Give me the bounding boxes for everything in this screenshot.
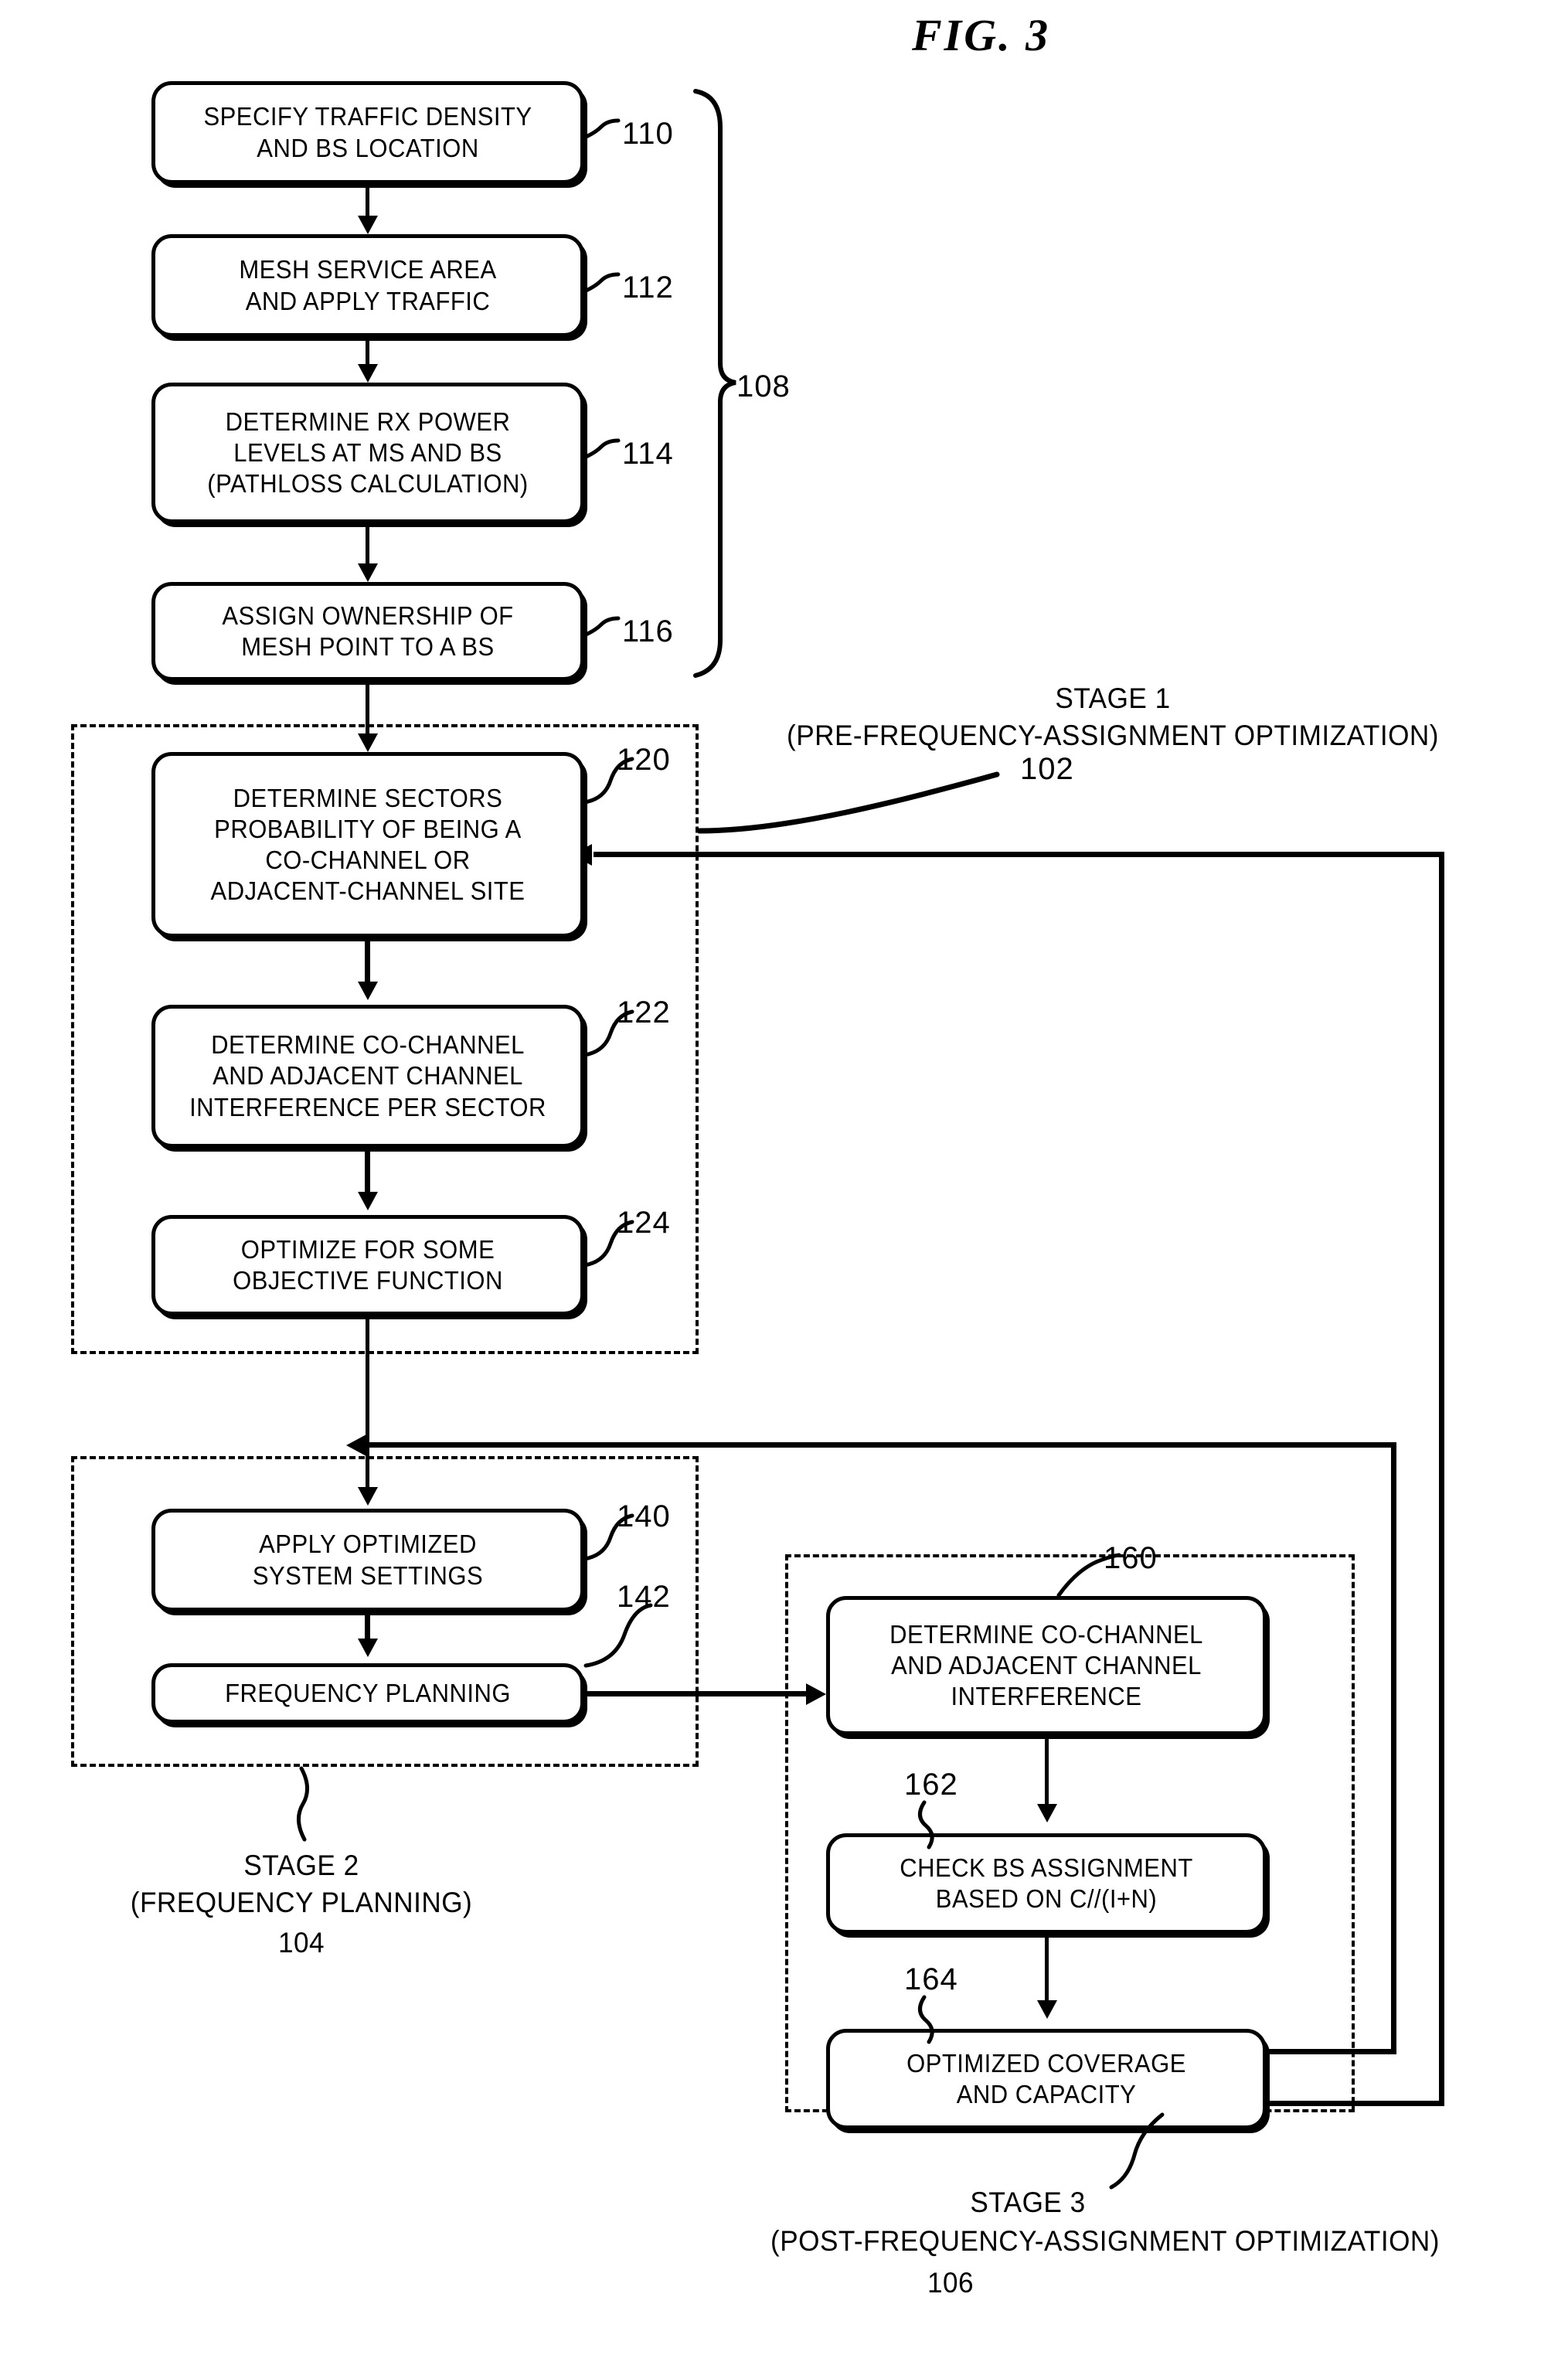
feedback-inner-bottom <box>1267 2049 1396 2054</box>
connector-116-120 <box>366 681 369 729</box>
arrowhead-120-122 <box>358 982 378 1000</box>
node-162[interactable]: CHECK BS ASSIGNMENT BASED ON C//(I+N) <box>826 1833 1267 1934</box>
node-142[interactable]: FREQUENCY PLANNING <box>151 1663 584 1724</box>
leader-102 <box>696 771 1000 834</box>
connector-122-124 <box>365 1148 370 1193</box>
arrowhead-112-114 <box>358 364 378 383</box>
leader-112 <box>582 272 621 294</box>
node-114[interactable]: DETERMINE RX POWER LEVELS AT MS AND BS (… <box>151 383 584 523</box>
node-112-label: MESH SERVICE AREA AND APPLY TRAFFIC <box>239 255 497 315</box>
feedback-inner-right <box>1391 1442 1396 2052</box>
figure-title: FIG. 3 <box>912 10 1051 60</box>
node-162-label: CHECK BS ASSIGNMENT BASED ON C//(I+N) <box>900 1853 1193 1913</box>
node-116[interactable]: ASSIGN OWNERSHIP OF MESH POINT TO A BS <box>151 582 584 681</box>
stage1-caption: STAGE 1 (PRE-FREQUENCY-ASSIGNMENT OPTIMI… <box>787 682 1439 752</box>
node-164-label: OPTIMIZED COVERAGE AND CAPACITY <box>906 2048 1186 2108</box>
node-140[interactable]: APPLY OPTIMIZED SYSTEM SETTINGS <box>151 1509 584 1611</box>
ref-122: 122 <box>617 995 671 1029</box>
node-122-label: DETERMINE CO-CHANNEL AND ADJACENT CHANNE… <box>189 1030 546 1121</box>
ref-116: 116 <box>622 614 674 648</box>
feedback-outer-right <box>1439 852 1444 2104</box>
arrowhead-142-160 <box>806 1683 826 1705</box>
ref-108: 108 <box>736 369 791 403</box>
brace-108 <box>693 89 736 678</box>
node-124[interactable]: OPTIMIZE FOR SOME OBJECTIVE FUNCTION <box>151 1215 584 1315</box>
arrowhead-feedback-inner <box>346 1434 366 1456</box>
connector-142-160 <box>584 1691 808 1696</box>
ref-142: 142 <box>617 1580 671 1614</box>
node-112[interactable]: MESH SERVICE AREA AND APPLY TRAFFIC <box>151 234 584 337</box>
arrowhead-122-124 <box>358 1192 378 1210</box>
ref-162: 162 <box>904 1768 958 1802</box>
leader-114 <box>582 438 621 460</box>
feedback-inner-top <box>368 1442 1394 1448</box>
node-114-label: DETERMINE RX POWER LEVELS AT MS AND BS (… <box>207 407 529 499</box>
ref-124: 124 <box>617 1206 671 1240</box>
connector-160-162 <box>1045 1735 1049 1806</box>
ref-110: 110 <box>622 117 674 151</box>
arrowhead-160-162 <box>1037 1804 1057 1822</box>
feedback-outer-bottom <box>1267 2101 1444 2106</box>
node-160[interactable]: DETERMINE CO-CHANNEL AND ADJACENT CHANNE… <box>826 1596 1267 1735</box>
connector-162-164 <box>1045 1934 1049 2005</box>
arrowhead-116-120 <box>358 733 378 752</box>
arrowhead-110-112 <box>358 216 378 234</box>
arrowhead-162-164 <box>1037 2000 1057 2019</box>
leader-stage2 <box>297 1766 309 1842</box>
node-164[interactable]: OPTIMIZED COVERAGE AND CAPACITY <box>826 2029 1267 2129</box>
stage3-caption: STAGE 3 <box>970 2187 1086 2218</box>
node-110[interactable]: SPECIFY TRAFFIC DENSITY AND BS LOCATION <box>151 81 584 184</box>
ref-120: 120 <box>617 743 671 777</box>
node-160-label: DETERMINE CO-CHANNEL AND ADJACENT CHANNE… <box>889 1619 1203 1711</box>
node-120-label: DETERMINE SECTORS PROBABILITY OF BEING A… <box>210 783 526 906</box>
ref-140: 140 <box>617 1499 671 1533</box>
node-140-label: APPLY OPTIMIZED SYSTEM SETTINGS <box>252 1530 484 1590</box>
stage2-caption: STAGE 2 (FREQUENCY PLANNING) <box>130 1850 473 1919</box>
node-122[interactable]: DETERMINE CO-CHANNEL AND ADJACENT CHANNE… <box>151 1005 584 1148</box>
ref-114: 114 <box>622 437 674 471</box>
ref-164: 164 <box>904 1962 958 1996</box>
connector-110-112 <box>366 184 369 218</box>
arrowhead-114-116 <box>358 563 378 582</box>
stage2-ref: 104 <box>277 1927 325 1959</box>
feedback-outer-top <box>594 852 1442 857</box>
ref-112: 112 <box>622 271 674 305</box>
figure-canvas: FIG. 3 SPECIFY TRAFFIC DENSITY AND BS LO… <box>0 0 1568 2372</box>
connector-112-114 <box>366 337 369 366</box>
leader-116 <box>582 616 621 638</box>
arrowhead-124-140 <box>358 1487 378 1506</box>
leader-110 <box>582 118 621 140</box>
connector-120-122 <box>365 938 370 982</box>
node-120[interactable]: DETERMINE SECTORS PROBABILITY OF BEING A… <box>151 752 584 938</box>
connector-140-142 <box>365 1611 370 1641</box>
ref-102: 102 <box>1020 752 1074 786</box>
arrowhead-140-142 <box>358 1639 378 1657</box>
stage3-caption2: (POST-FREQUENCY-ASSIGNMENT OPTIMIZATION) <box>770 2225 1440 2257</box>
node-142-label: FREQUENCY PLANNING <box>225 1678 511 1707</box>
ref-160: 160 <box>1104 1541 1158 1575</box>
stage3-ref: 106 <box>927 2267 974 2299</box>
node-124-label: OPTIMIZE FOR SOME OBJECTIVE FUNCTION <box>233 1234 503 1295</box>
node-116-label: ASSIGN OWNERSHIP OF MESH POINT TO A BS <box>222 601 514 661</box>
connector-124-140 <box>366 1315 369 1489</box>
node-110-label: SPECIFY TRAFFIC DENSITY AND BS LOCATION <box>203 102 532 162</box>
